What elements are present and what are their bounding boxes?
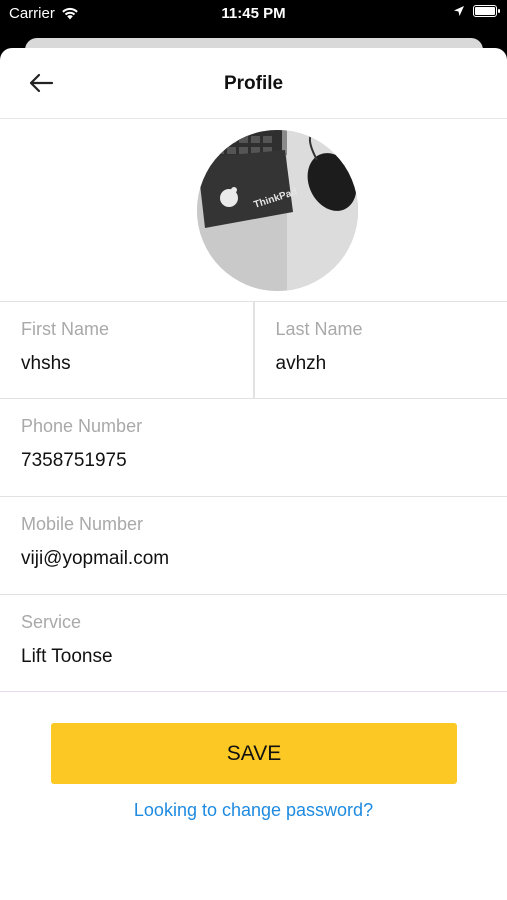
phone-number-value[interactable]: 7358751975 (21, 450, 127, 472)
service-label: Service (21, 612, 82, 632)
save-button[interactable]: SAVE (51, 723, 457, 784)
mobile-number-value[interactable]: viji@yopmail.com (21, 548, 169, 570)
avatar-section: ThinkPad (0, 119, 507, 302)
location-arrow-icon (454, 6, 464, 16)
service-value[interactable]: Lift Toonse (21, 646, 113, 668)
first-name-value[interactable]: vhshs (21, 353, 71, 375)
phone-number-field[interactable]: Phone Number 7358751975 (0, 399, 507, 497)
status-time: 11:45 PM (221, 5, 286, 22)
phone-number-label: Phone Number (21, 416, 143, 436)
navigation-bar: Profile (0, 48, 507, 119)
first-name-field[interactable]: First Name vhshs (0, 302, 253, 398)
mobile-number-field[interactable]: Mobile Number viji@yopmail.com (0, 497, 507, 595)
last-name-field[interactable]: Last Name avhzh (252, 302, 507, 398)
service-field[interactable]: Service Lift Toonse (0, 595, 507, 692)
status-bar: Carrier 11:45 PM (0, 0, 507, 30)
mobile-number-label: Mobile Number (21, 514, 144, 534)
last-name-label: Last Name (275, 319, 363, 339)
profile-sheet: Profile ThinkPad First Name vhshs Last N… (0, 48, 507, 900)
battery-icon (473, 5, 500, 17)
last-name-value[interactable]: avhzh (276, 353, 327, 375)
first-name-label: First Name (21, 319, 110, 339)
avatar[interactable]: ThinkPad (197, 130, 358, 291)
change-password-link[interactable]: Looking to change password? (0, 800, 507, 821)
status-right (453, 5, 500, 17)
profile-photo-icon: ThinkPad (197, 130, 358, 291)
page-title: Profile (223, 73, 284, 94)
name-row: First Name vhshs Last Name avhzh (0, 302, 507, 399)
